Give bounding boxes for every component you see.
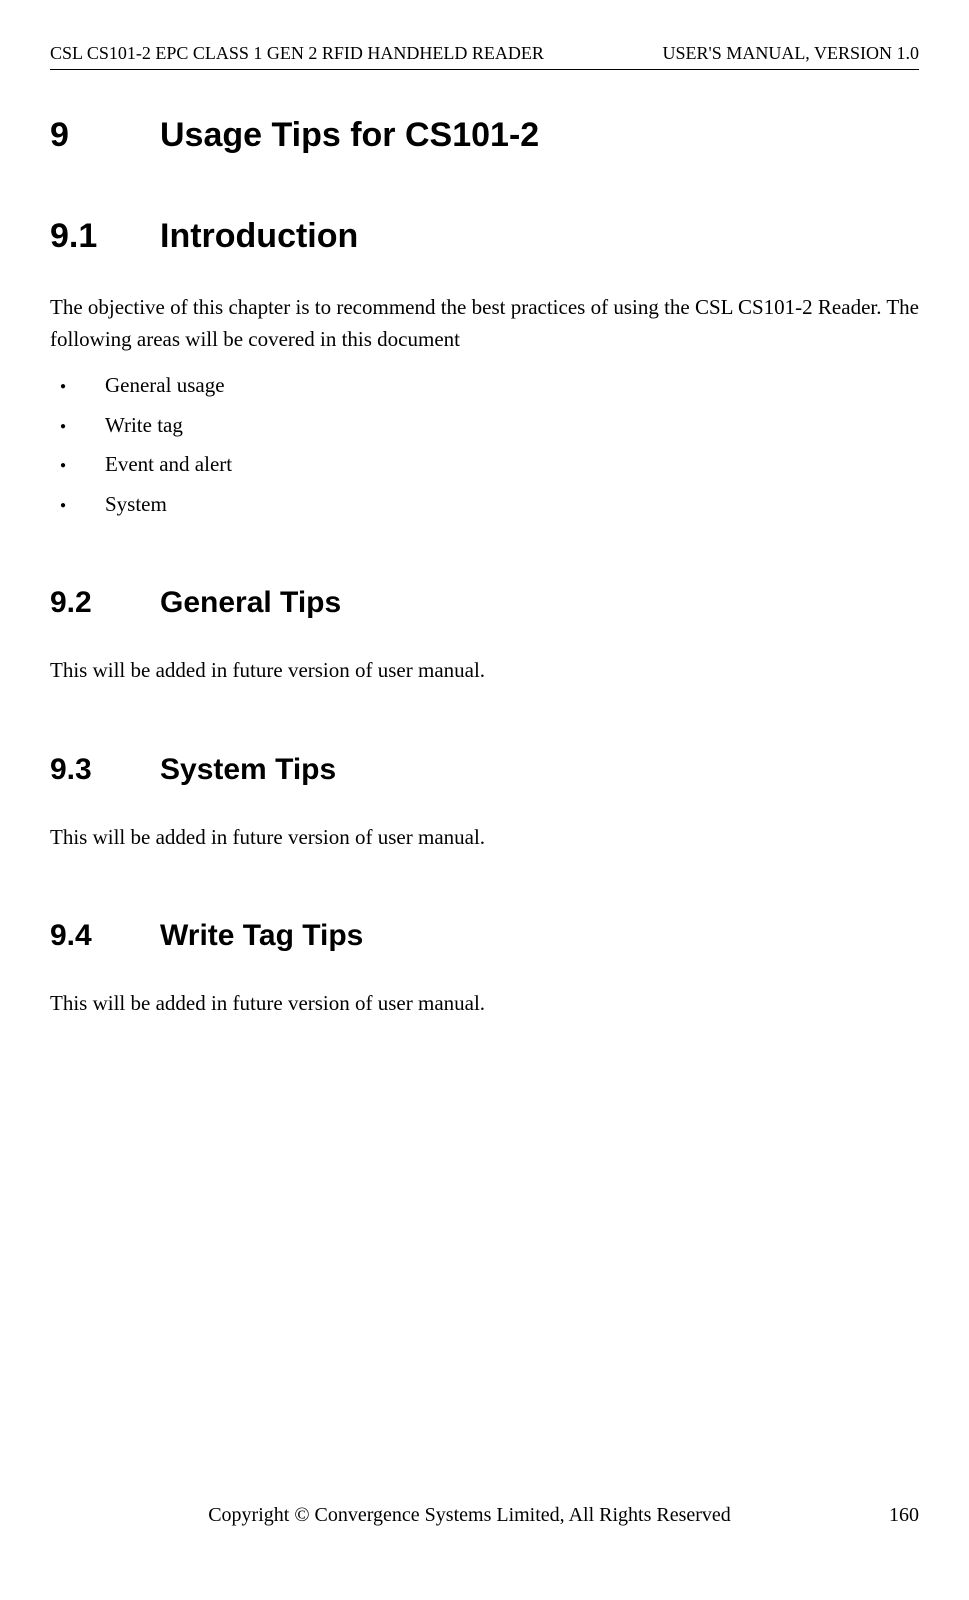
- header-left: CSL CS101-2 EPC CLASS 1 GEN 2 RFID HANDH…: [50, 40, 544, 67]
- footer-copyright: Copyright © Convergence Systems Limited,…: [50, 1500, 889, 1530]
- header-right: USER'S MANUAL, VERSION 1.0: [663, 40, 919, 67]
- page-header: CSL CS101-2 EPC CLASS 1 GEN 2 RFID HANDH…: [50, 40, 919, 70]
- section-write-title: Write Tag Tips: [160, 919, 363, 952]
- section-intro-title: Introduction: [160, 217, 358, 255]
- section-write-heading: 9.4Write Tag Tips: [50, 913, 919, 958]
- write-body: This will be added in future version of …: [50, 988, 919, 1020]
- page: CSL CS101-2 EPC CLASS 1 GEN 2 RFID HANDH…: [50, 40, 919, 1560]
- section-intro-heading: 9.1Introduction: [50, 211, 919, 262]
- intro-bullet-list: General usage Write tag Event and alert …: [50, 370, 919, 520]
- page-number: 160: [889, 1500, 919, 1530]
- list-item: General usage: [50, 370, 919, 402]
- section-system-number: 9.3: [50, 747, 160, 792]
- section-write-number: 9.4: [50, 913, 160, 958]
- list-item: System: [50, 489, 919, 521]
- section-general-heading: 9.2General Tips: [50, 580, 919, 625]
- system-body: This will be added in future version of …: [50, 822, 919, 854]
- section-intro-number: 9.1: [50, 211, 160, 262]
- chapter-number: 9: [50, 110, 160, 161]
- section-general-number: 9.2: [50, 580, 160, 625]
- chapter-title-text: Usage Tips for CS101-2: [160, 116, 539, 154]
- chapter-heading: 9Usage Tips for CS101-2: [50, 110, 919, 161]
- list-item: Write tag: [50, 410, 919, 442]
- section-general-title: General Tips: [160, 586, 341, 619]
- general-body: This will be added in future version of …: [50, 655, 919, 687]
- page-footer: Copyright © Convergence Systems Limited,…: [50, 1500, 919, 1530]
- section-system-title: System Tips: [160, 753, 336, 786]
- section-system-heading: 9.3System Tips: [50, 747, 919, 792]
- list-item: Event and alert: [50, 449, 919, 481]
- intro-body: The objective of this chapter is to reco…: [50, 292, 919, 355]
